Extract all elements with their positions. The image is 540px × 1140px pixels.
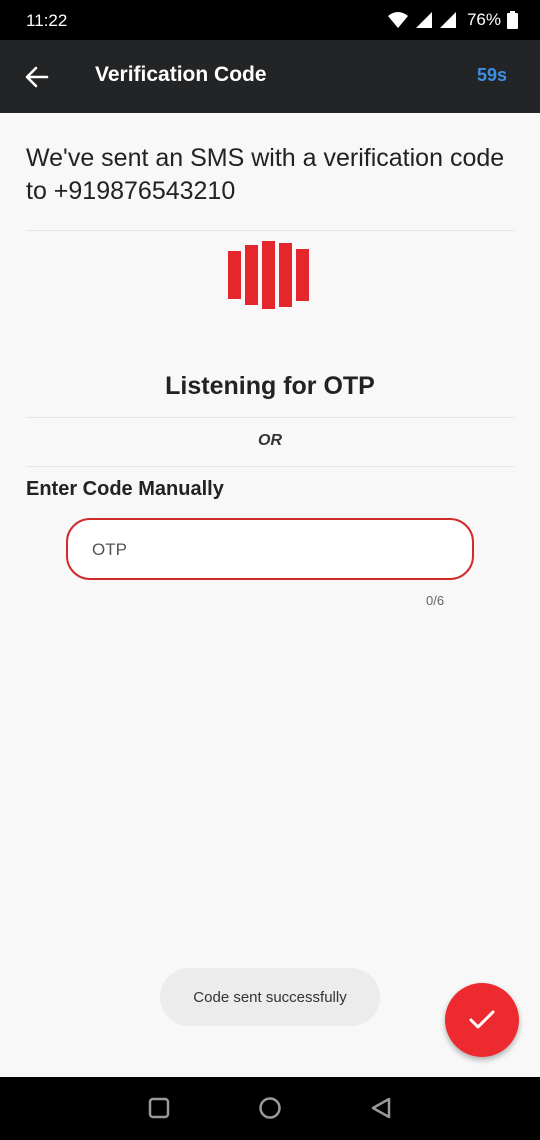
status-time: 11:22 [26, 11, 68, 30]
page-title: Verification Code [95, 63, 267, 86]
toast-message: Code sent successfully [160, 968, 380, 1026]
countdown-timer: 59s [476, 65, 507, 85]
status-bar: 11:22 76% [0, 0, 540, 40]
status-icons: 76% [387, 10, 518, 30]
square-nav-icon [148, 1097, 170, 1119]
battery-percent: 76% [466, 10, 501, 29]
battery-icon [507, 11, 518, 29]
triangle-nav-icon [371, 1097, 391, 1119]
or-separator: OR [258, 432, 282, 449]
back-nav-button[interactable] [368, 1095, 394, 1121]
wifi-icon [387, 12, 408, 28]
otp-input[interactable] [92, 538, 452, 562]
sms-sent-message: We've sent an SMS with a verification co… [26, 144, 505, 205]
otp-character-counter: 0/6 [426, 593, 445, 608]
manual-entry-label: Enter Code Manually [26, 478, 224, 500]
signal-icon [439, 12, 456, 28]
divider [26, 466, 514, 467]
logo-bars [228, 241, 309, 309]
back-arrow-icon [25, 66, 49, 88]
divider [26, 230, 514, 231]
back-button[interactable] [18, 58, 56, 96]
recents-button[interactable] [146, 1095, 172, 1121]
submit-button[interactable] [445, 983, 519, 1057]
home-button[interactable] [257, 1095, 283, 1121]
app-bar: Verification Code 59s [0, 40, 540, 113]
signal-icon [415, 12, 432, 28]
listening-status: Listening for OTP [165, 372, 375, 400]
divider [26, 417, 514, 418]
circle-nav-icon [259, 1097, 281, 1119]
system-nav-bar [0, 1077, 540, 1140]
check-icon [469, 1010, 495, 1029]
otp-field[interactable] [66, 518, 474, 580]
